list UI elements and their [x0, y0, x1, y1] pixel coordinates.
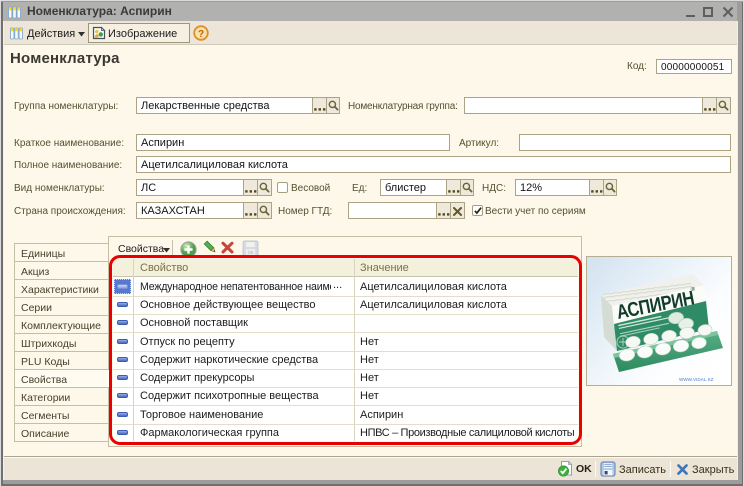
svg-text:?: ?	[198, 29, 204, 40]
svg-text:WWW.VIDAL.KZ: WWW.VIDAL.KZ	[679, 377, 714, 382]
